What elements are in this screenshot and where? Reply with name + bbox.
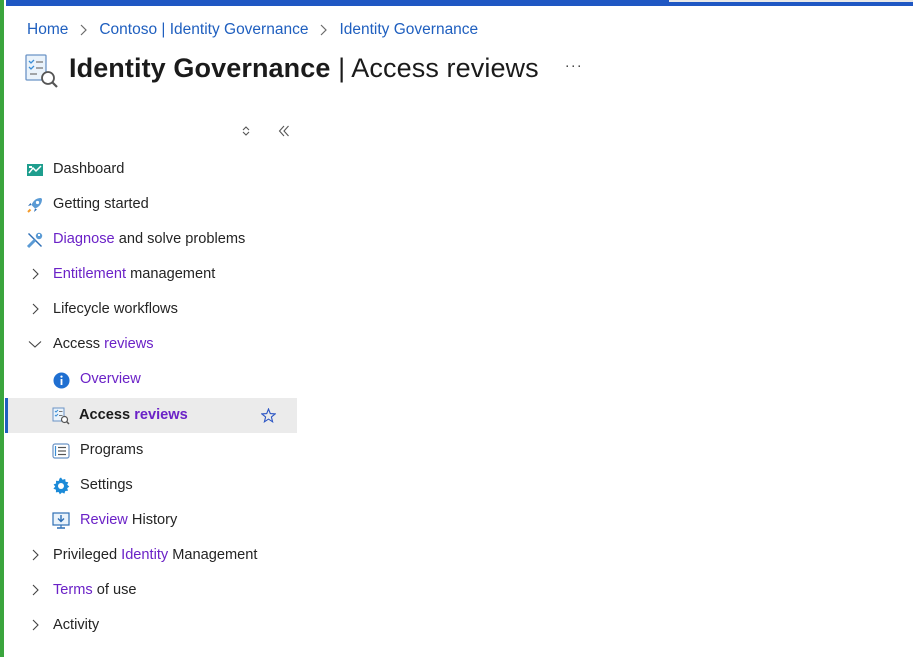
top-bar	[0, 0, 913, 6]
dashboard-icon	[26, 161, 44, 179]
nav-label-activity: Activity	[53, 617, 100, 633]
nav-label-access-reviews-b: reviews	[104, 336, 154, 352]
nav-item-getting-started[interactable]: Getting started	[6, 187, 297, 222]
chevron-right-icon	[79, 24, 88, 36]
nav-item-lifecycle-workflows[interactable]: Lifecycle workflows	[6, 292, 297, 327]
more-options-button[interactable]: ···	[565, 57, 583, 74]
nav-label-diagnose: Diagnose and solve problems	[53, 231, 245, 247]
nav-label-pim-c: Management	[168, 547, 258, 563]
nav-label-pim-b: Identity	[121, 547, 169, 563]
nav-label-access-reviews-group: Access reviews	[53, 336, 154, 352]
nav-label-terms-b: of use	[92, 582, 137, 598]
nav-item-privileged-identity-management[interactable]: Privileged Identity Management	[6, 538, 297, 573]
chevron-right-icon	[28, 618, 42, 632]
breadcrumb-identity-governance[interactable]: Identity Governance	[339, 21, 478, 39]
double-chevron-left-icon[interactable]	[277, 124, 291, 138]
nav-label-access-reviews-sub-a: Access	[79, 407, 135, 423]
nav-label-entitlement-a: Entitlement	[53, 266, 127, 282]
review-history-icon	[52, 512, 70, 530]
star-icon[interactable]	[260, 407, 277, 424]
nav-label-diagnose-a: Diagnose	[53, 231, 115, 247]
nav-label-access-reviews-a: Access	[53, 336, 105, 352]
nav-label-settings: Settings	[80, 477, 133, 493]
nav-label-pim-a: Privileged	[53, 547, 122, 563]
nav-label-review-history-a: Review	[80, 512, 128, 528]
nav-label-dashboard: Dashboard	[53, 161, 125, 177]
chevron-right-icon	[28, 302, 42, 316]
nav-item-diagnose[interactable]: Diagnose and solve problems	[6, 222, 297, 257]
nav-item-dashboard[interactable]: Dashboard	[6, 152, 297, 187]
sidebar-nav: Dashboard Getting started Diagnose and s…	[5, 152, 297, 643]
sort-updown-icon[interactable]	[240, 124, 252, 138]
programs-icon	[52, 442, 70, 460]
nav-label-lifecycle: Lifecycle workflows	[53, 301, 178, 317]
chevron-right-icon	[28, 267, 42, 281]
breadcrumb-home[interactable]: Home	[27, 21, 68, 39]
breadcrumb-contoso[interactable]: Contoso | Identity Governance	[99, 21, 308, 39]
nav-label-pim: Privileged Identity Management	[53, 547, 257, 563]
nav-item-review-history[interactable]: Review History	[6, 503, 297, 538]
nav-item-programs[interactable]: Programs	[6, 433, 297, 468]
nav-label-terms: Terms of use	[53, 582, 137, 598]
nav-label-diagnose-b: and solve problems	[114, 231, 246, 247]
search-box-edge[interactable]	[669, 0, 913, 2]
access-reviews-icon	[52, 407, 70, 425]
nav-label-terms-a: Terms	[53, 582, 93, 598]
nav-item-overview[interactable]: Overview	[6, 362, 297, 398]
wrench-screwdriver-icon	[26, 231, 44, 249]
page-title: Identity Governance | Access reviews	[69, 53, 539, 84]
nav-label-programs: Programs	[80, 442, 144, 458]
nav-label-entitlement-b: management	[126, 266, 216, 282]
nav-label-overview: Overview	[80, 371, 141, 387]
nav-label-access-reviews: Access reviews	[79, 407, 188, 423]
nav-item-entitlement-management[interactable]: Entitlement management	[6, 257, 297, 292]
nav-item-settings[interactable]: Settings	[6, 468, 297, 503]
info-icon	[52, 371, 70, 389]
nav-item-activity[interactable]: Activity	[6, 608, 297, 643]
rocket-icon	[26, 196, 44, 214]
chevron-right-icon	[28, 548, 42, 562]
nav-label-review-history: Review History	[80, 512, 177, 528]
page-header: Identity Governance | Access reviews ···	[24, 46, 583, 90]
page-title-rest: | Access reviews	[330, 52, 539, 83]
gear-icon	[52, 477, 70, 495]
page-title-bold: Identity Governance	[69, 52, 331, 83]
nav-item-access-reviews[interactable]: Access reviews	[5, 398, 297, 433]
nav-label-access-reviews-sub-b: reviews	[134, 407, 188, 423]
nav-label-getting-started: Getting started	[53, 196, 149, 212]
access-reviews-icon	[24, 53, 60, 89]
breadcrumb: Home Contoso | Identity Governance Ident…	[27, 19, 478, 41]
chevron-right-icon	[28, 583, 42, 597]
nav-item-terms-of-use[interactable]: Terms of use	[6, 573, 297, 608]
chevron-down-icon	[28, 337, 42, 351]
nav-label-entitlement: Entitlement management	[53, 266, 215, 282]
chevron-right-icon	[319, 24, 328, 36]
nav-item-access-reviews-group[interactable]: Access reviews	[6, 327, 297, 362]
nav-label-review-history-b: History	[127, 512, 178, 528]
